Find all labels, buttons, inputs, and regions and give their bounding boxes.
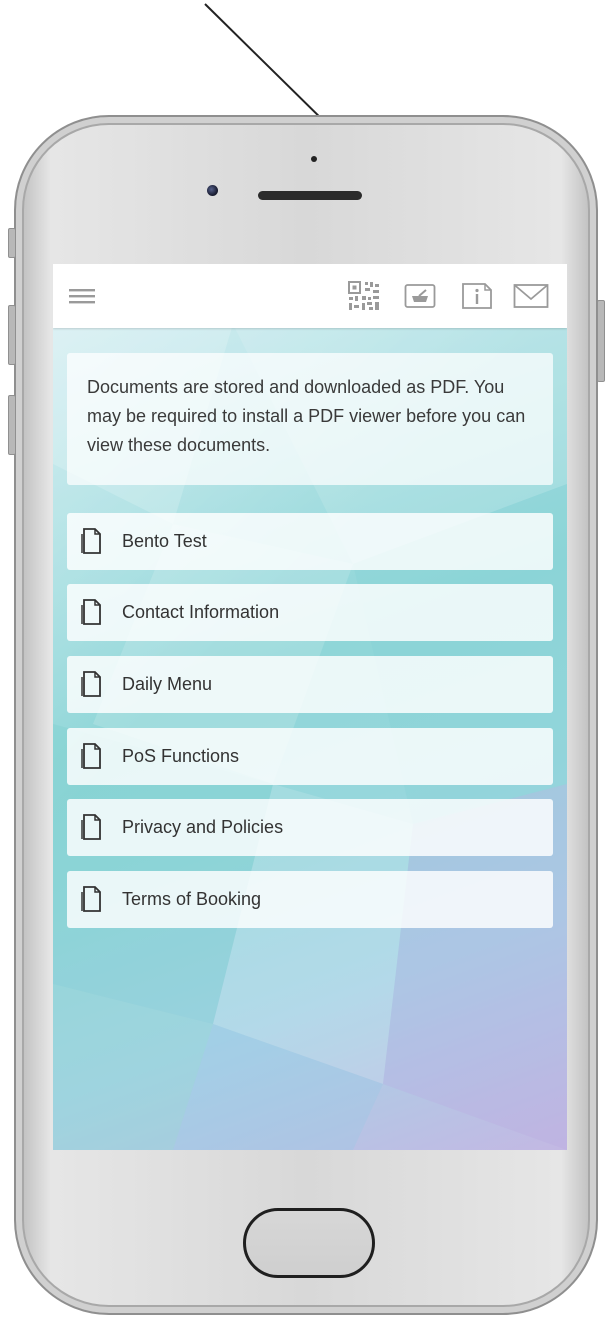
document-icon bbox=[81, 671, 101, 697]
document-label: Terms of Booking bbox=[122, 889, 262, 909]
document-label: Bento Test bbox=[122, 531, 207, 551]
info-icon[interactable] bbox=[461, 281, 493, 311]
front-camera bbox=[207, 185, 218, 196]
document-item-bento-test[interactable]: Bento Test bbox=[67, 513, 553, 570]
screenshot-stage: Documents are stored and downloaded as P… bbox=[0, 0, 610, 1321]
document-label: Contact Information bbox=[122, 602, 280, 622]
app-toolbar bbox=[53, 264, 567, 328]
document-item-pos-functions[interactable]: PoS Functions bbox=[67, 728, 553, 785]
document-item-privacy-and-policies[interactable]: Privacy and Policies bbox=[67, 799, 553, 856]
document-icon bbox=[81, 528, 101, 554]
document-item-contact-information[interactable]: Contact Information bbox=[67, 584, 553, 641]
document-icon bbox=[81, 743, 101, 769]
mail-icon[interactable] bbox=[513, 281, 549, 311]
document-icon bbox=[81, 814, 101, 840]
document-label: PoS Functions bbox=[122, 746, 240, 766]
home-button[interactable] bbox=[243, 1208, 375, 1278]
pdf-notice: Documents are stored and downloaded as P… bbox=[67, 353, 553, 485]
mortar-pestle-icon[interactable] bbox=[404, 281, 436, 311]
power-button bbox=[597, 300, 605, 382]
document-label: Daily Menu bbox=[122, 674, 213, 694]
hamburger-menu-icon[interactable] bbox=[69, 281, 95, 311]
document-icon bbox=[81, 886, 101, 912]
document-label: Privacy and Policies bbox=[122, 817, 284, 837]
side-button-top bbox=[8, 228, 16, 258]
app-screen: Documents are stored and downloaded as P… bbox=[53, 264, 567, 1150]
earpiece-speaker bbox=[258, 191, 362, 200]
document-icon bbox=[81, 599, 101, 625]
sensor-dot bbox=[311, 156, 317, 162]
volume-down-button bbox=[8, 395, 16, 455]
qr-code-icon[interactable] bbox=[348, 281, 380, 311]
document-item-daily-menu[interactable]: Daily Menu bbox=[67, 656, 553, 713]
volume-up-button bbox=[8, 305, 16, 365]
document-item-terms-of-booking[interactable]: Terms of Booking bbox=[67, 871, 553, 928]
pdf-notice-text: Documents are stored and downloaded as P… bbox=[87, 377, 526, 455]
